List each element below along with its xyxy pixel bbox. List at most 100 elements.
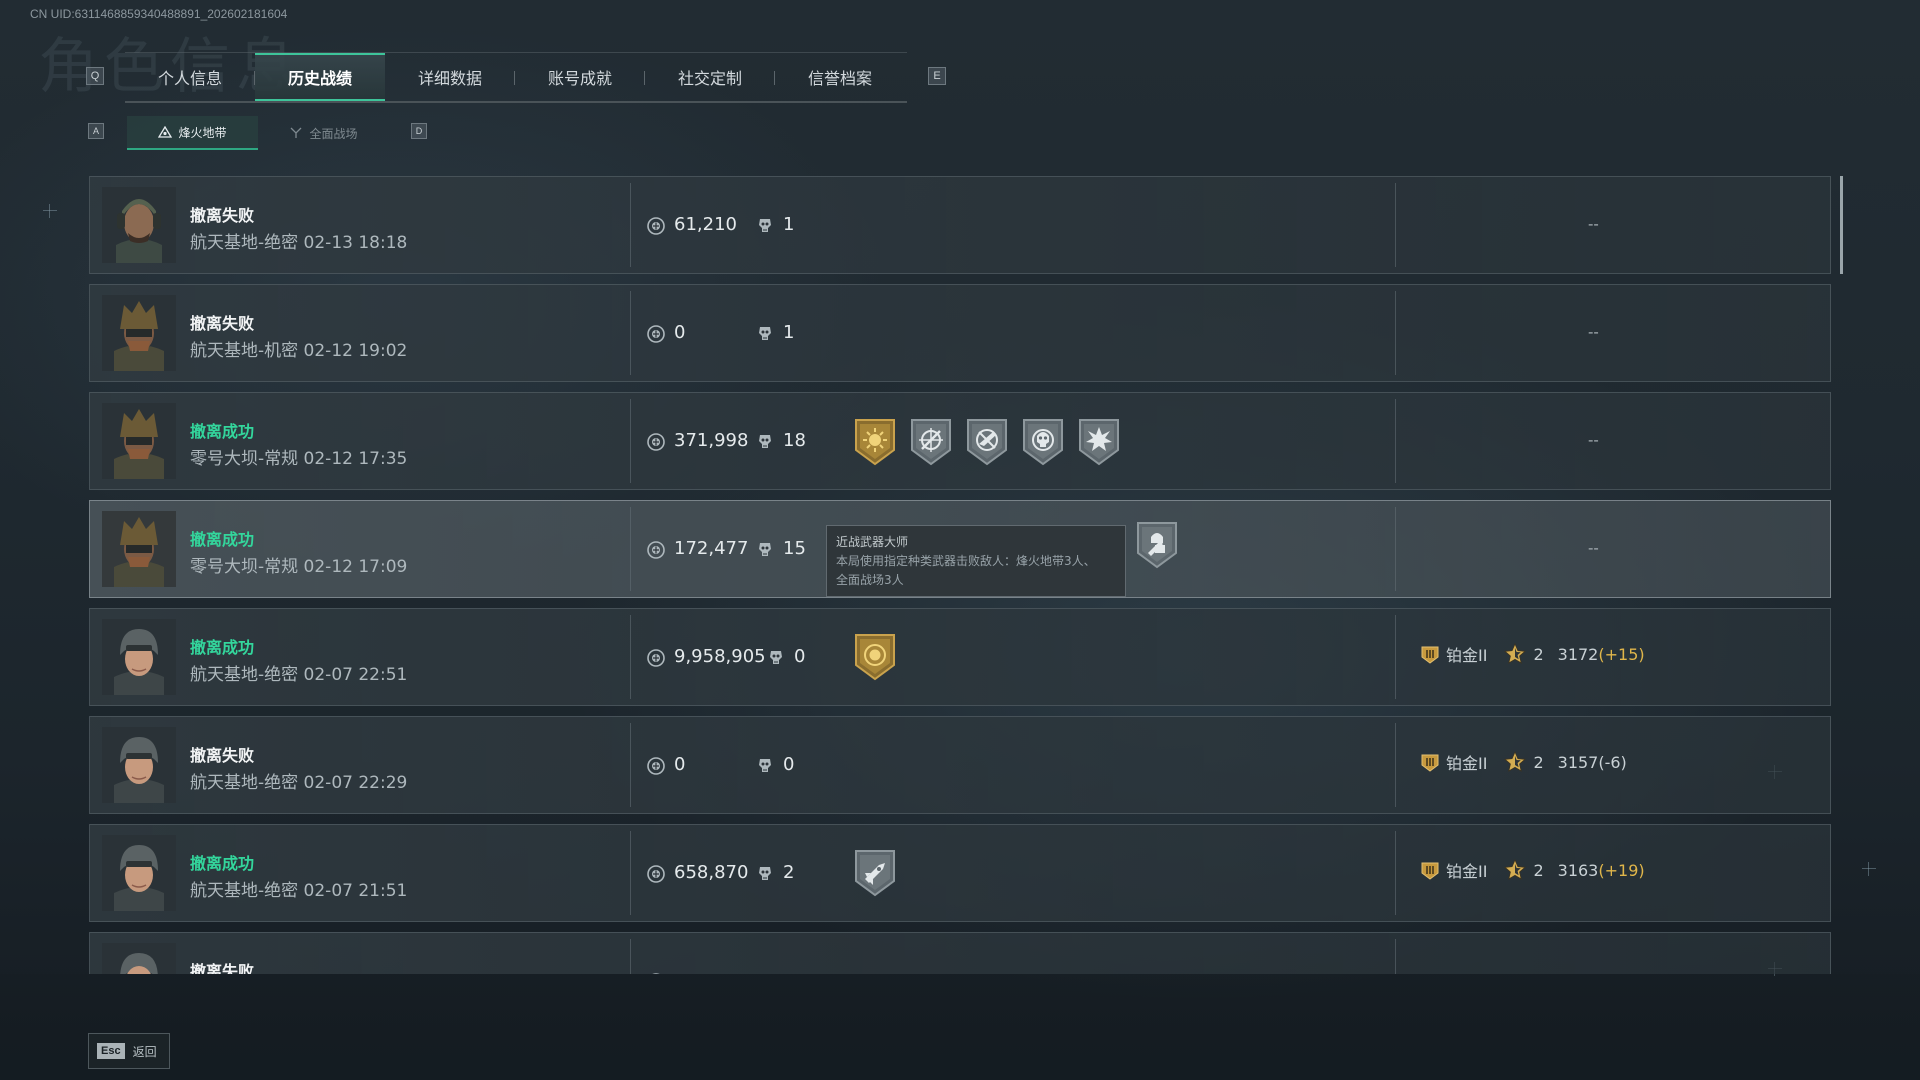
kill-count: 15 xyxy=(783,538,806,559)
match-history-list[interactable]: 撤离失败 航天基地-绝密 02-13 18:18 61,210 1 -- 撤离失… xyxy=(89,176,1831,974)
extraction-status: 撤离成功 xyxy=(190,422,255,441)
money-icon xyxy=(646,432,666,452)
skull-badge-icon[interactable] xyxy=(1020,416,1066,468)
kill-icon xyxy=(755,324,775,344)
extraction-status: 撤离失败 xyxy=(190,962,255,974)
map-name: 零号大坝-常规 xyxy=(190,557,299,577)
crosshair-badge-icon[interactable] xyxy=(908,416,954,468)
platinum-rank-icon xyxy=(1418,858,1442,882)
operator-avatar xyxy=(102,511,176,587)
subtab-label: 全面战场 xyxy=(309,126,358,141)
match-record-row[interactable]: 撤离成功 航天基地-绝密 02-07 21:51 658,870 2 铂金II … xyxy=(89,824,1831,922)
star-icon xyxy=(1503,642,1527,666)
tooltip-description: 全面战场3人 xyxy=(836,573,904,587)
extracted-value: 9,958,905 xyxy=(674,646,766,667)
money-icon xyxy=(646,864,666,884)
extraction-status: 撤离失败 xyxy=(190,206,255,225)
column-divider xyxy=(630,939,631,974)
back-button[interactable]: Esc 返回 xyxy=(88,1033,170,1069)
tab-personal-info[interactable]: 个人信息 xyxy=(125,53,255,101)
tab-achievements[interactable]: 账号成就 xyxy=(515,53,645,101)
rank-name: 铂金II xyxy=(1446,646,1488,665)
column-divider xyxy=(630,615,631,699)
subtab-extraction-zone[interactable]: 烽火地带 xyxy=(127,116,258,150)
no-gun-badge-icon[interactable] xyxy=(964,416,1010,468)
tab-credit-file[interactable]: 信誉档案 xyxy=(775,53,905,101)
next-subtab-key[interactable]: D xyxy=(411,123,427,139)
prev-tab-key[interactable]: Q xyxy=(86,67,104,85)
rocket-badge-icon[interactable] xyxy=(852,847,898,899)
map-name: 航天基地-机密 xyxy=(190,341,299,361)
extracted-value: 172,477 xyxy=(674,538,749,559)
rank-placeholder: -- xyxy=(1588,431,1599,449)
column-divider xyxy=(1395,831,1396,915)
map-name: 航天基地-绝密 xyxy=(190,773,299,793)
operator-avatar xyxy=(102,619,176,695)
rank-name: 铂金II xyxy=(1446,754,1488,773)
tab-detailed-data[interactable]: 详细数据 xyxy=(385,53,515,101)
match-record-row[interactable]: 撤离成功 航天基地-绝密 02-07 22:51 9,958,905 0 铂金I… xyxy=(89,608,1831,706)
kill-icon xyxy=(766,648,786,668)
kill-icon xyxy=(755,432,775,452)
rank-info: 铂金II 2 3157 (-6) xyxy=(1418,750,1627,774)
rank-score-delta: (-6) xyxy=(1598,752,1627,772)
match-detail: 航天基地-绝密 02-07 22:29 xyxy=(190,768,407,793)
rank-score-delta: (+15) xyxy=(1598,644,1645,664)
kill-count: 0 xyxy=(794,646,806,667)
extracted-value: 61,210 xyxy=(674,214,737,235)
rank-info: 铂金II 2 3163 (+19) xyxy=(1418,858,1645,882)
esc-key-icon: Esc xyxy=(97,1043,125,1059)
column-divider xyxy=(1395,183,1396,267)
next-tab-key[interactable]: E xyxy=(928,67,946,85)
operator-avatar xyxy=(102,727,176,803)
gold-sun-badge-icon[interactable] xyxy=(852,416,898,468)
extraction-status: 撤离成功 xyxy=(190,530,255,549)
prev-subtab-key[interactable]: A xyxy=(88,123,104,139)
column-divider xyxy=(630,831,631,915)
explosion-badge-icon[interactable] xyxy=(1076,416,1122,468)
match-record-row[interactable]: 撤离失败 航天基地-绝密 02-07 22:29 0 0 铂金II 2 3157… xyxy=(89,716,1831,814)
match-record-row[interactable]: 撤离失败 航天基地-绝密 02-13 18:18 61,210 1 -- xyxy=(89,176,1831,274)
tab-match-history[interactable]: 历史战绩 xyxy=(255,53,385,101)
match-detail: 航天基地-绝密 02-13 18:18 xyxy=(190,228,407,253)
match-record-row[interactable]: 撤离成功 零号大坝-常规 02-12 17:35 371,998 18 -- xyxy=(89,392,1831,490)
match-record-row[interactable]: 撤离失败 xyxy=(89,932,1831,974)
battlefield-icon xyxy=(291,127,302,138)
mode-tab-bar: 烽火地带 全面战场 xyxy=(127,116,389,150)
subtab-full-battlefield[interactable]: 全面战场 xyxy=(258,116,389,150)
operator-avatar xyxy=(102,295,176,371)
rank-placeholder: -- xyxy=(1588,323,1599,341)
decor-crosshair xyxy=(1862,862,1876,876)
kill-icon xyxy=(755,216,775,236)
money-icon xyxy=(646,648,666,668)
gold-coin-badge-icon[interactable] xyxy=(852,631,898,683)
column-divider xyxy=(1395,723,1396,807)
map-name: 航天基地-绝密 xyxy=(190,233,299,253)
kill-count: 1 xyxy=(783,322,795,343)
match-time: 02-13 18:18 xyxy=(303,233,408,253)
match-record-row[interactable]: 撤离失败 航天基地-机密 02-12 19:02 0 1 -- xyxy=(89,284,1831,382)
tab-social[interactable]: 社交定制 xyxy=(645,53,775,101)
list-scrollbar[interactable] xyxy=(1840,176,1843,274)
melee-master-badge-icon[interactable] xyxy=(1134,519,1180,571)
column-divider xyxy=(630,399,631,483)
money-icon xyxy=(646,756,666,776)
match-record-row[interactable]: 撤离成功 零号大坝-常规 02-12 17:09 172,477 15 近战武器… xyxy=(89,500,1831,598)
operator-avatar xyxy=(102,403,176,479)
match-time: 02-07 22:29 xyxy=(303,773,408,793)
extracted-value: 371,998 xyxy=(674,430,749,451)
star-icon xyxy=(1503,858,1527,882)
column-divider xyxy=(1395,399,1396,483)
subtab-label: 烽火地带 xyxy=(178,125,227,140)
rank-stars: 2 xyxy=(1533,752,1544,772)
match-time: 02-07 22:51 xyxy=(303,665,408,685)
match-detail: 航天基地-绝密 02-07 21:51 xyxy=(190,876,407,901)
column-divider xyxy=(1395,507,1396,591)
money-icon xyxy=(646,540,666,560)
extracted-value: 0 xyxy=(674,754,686,775)
extraction-status: 撤离失败 xyxy=(190,746,255,765)
match-detail: 航天基地-机密 02-12 19:02 xyxy=(190,336,407,361)
rank-stars: 2 xyxy=(1533,860,1544,880)
match-time: 02-12 17:09 xyxy=(303,557,408,577)
column-divider xyxy=(1395,291,1396,375)
